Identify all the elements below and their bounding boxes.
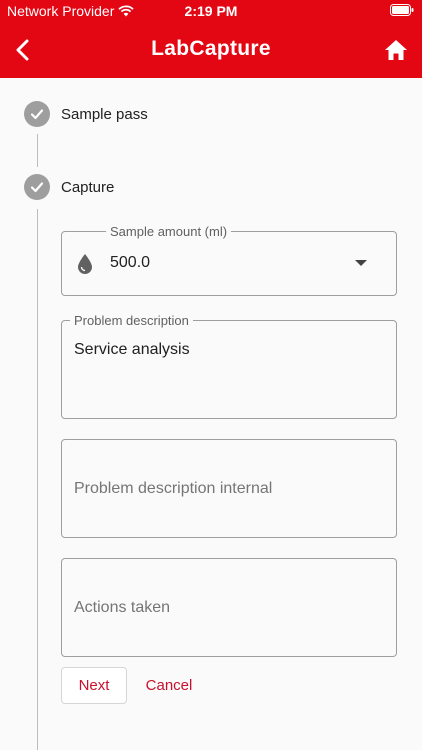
sample-amount-value: 500.0 (110, 254, 151, 271)
actions-taken-field[interactable]: Actions taken (61, 558, 397, 657)
problem-description-internal-field[interactable]: Problem description internal (61, 439, 397, 538)
step-sample-pass-label[interactable]: Sample pass (61, 106, 148, 123)
status-bar: Network Provider 2:19 PM (0, 0, 422, 22)
sample-amount-dropdown[interactable]: Sample amount (ml) 500.0 (61, 224, 397, 296)
app-bar: LabCapture (0, 22, 422, 78)
problem-description-value: Service analysis (74, 341, 190, 358)
problem-description-internal-placeholder: Problem description internal (74, 480, 273, 497)
battery-icon (390, 4, 414, 16)
next-button[interactable]: Next (61, 667, 127, 704)
step-content-line (37, 209, 38, 750)
home-icon[interactable] (382, 36, 410, 64)
sample-amount-label: Sample amount (ml) (106, 224, 232, 239)
step-sample-pass-check-icon[interactable] (24, 101, 50, 127)
step-capture-check-icon[interactable] (24, 174, 50, 200)
cancel-button[interactable]: Cancel (140, 667, 198, 704)
problem-description-label: Problem description (70, 313, 193, 328)
actions-taken-placeholder: Actions taken (74, 599, 171, 616)
water-drop-icon (78, 254, 92, 274)
dropdown-arrow-icon[interactable] (354, 259, 368, 267)
step-capture-label[interactable]: Capture (61, 179, 114, 196)
problem-description-field[interactable]: Problem description Service analysis (61, 313, 397, 419)
app-title: LabCapture (151, 37, 271, 60)
status-time: 2:19 PM (184, 3, 238, 19)
step-connector (37, 134, 38, 167)
